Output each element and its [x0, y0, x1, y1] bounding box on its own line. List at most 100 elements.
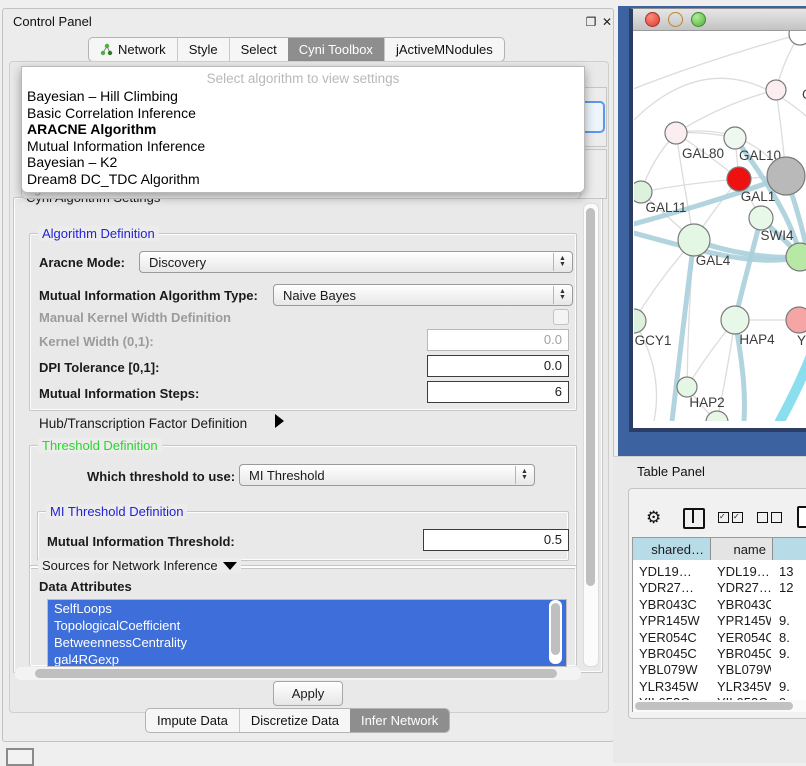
algorithm-option[interactable]: ARACNE Algorithm	[27, 121, 156, 137]
network-node[interactable]	[706, 411, 728, 421]
bottom-tab-infer-network[interactable]: Infer Network	[350, 709, 449, 732]
network-node-y[interactable]	[786, 307, 806, 333]
network-node-hap4[interactable]	[721, 306, 749, 334]
attributes-vscrollbar[interactable]	[549, 600, 562, 664]
mi-steps-field[interactable]: 6	[427, 381, 569, 403]
network-node-gal80[interactable]	[665, 122, 687, 144]
table-cell[interactable]: 12	[779, 580, 806, 595]
table-cell[interactable]: YBR045C	[639, 646, 709, 661]
table-cell[interactable]: YBR045C	[717, 646, 771, 661]
close-traffic-icon[interactable]	[645, 12, 660, 27]
tab-select[interactable]: Select	[229, 38, 288, 61]
deselect-all-icon[interactable]	[757, 512, 782, 523]
tab-cyni-toolbox[interactable]: Cyni Toolbox	[288, 38, 384, 61]
settings-hscrollbar[interactable]	[15, 667, 581, 680]
network-node[interactable]	[789, 31, 806, 45]
table-cell[interactable]: YDL19…	[639, 564, 709, 579]
data-attribute-item[interactable]: TopologicalCoefficient	[48, 617, 566, 634]
table-cell[interactable]: YER054C	[639, 630, 709, 645]
table-hscrollbar[interactable]	[633, 700, 806, 712]
data-attribute-item[interactable]: SelfLoops	[48, 600, 566, 617]
table-cell[interactable]: YLR345W	[639, 679, 709, 694]
network-node-gal1[interactable]	[727, 167, 751, 191]
settings-vscrollbar[interactable]	[583, 203, 599, 667]
network-node-gal4[interactable]	[678, 224, 710, 256]
network-node-label: GAL11	[645, 200, 686, 215]
table-cell[interactable]: YDR27…	[639, 580, 709, 595]
data-attribute-item[interactable]: BetweennessCentrality	[48, 634, 566, 651]
hub-definition-toggle[interactable]: Hub/Transcription Factor Definition	[39, 416, 247, 431]
table-cell[interactable]: YDR27…	[717, 580, 771, 595]
tab-jactivemnodules[interactable]: jActiveMNodules	[384, 38, 504, 61]
dpi-tolerance-field[interactable]: 0.0	[427, 355, 569, 377]
algorithm-option[interactable]: Basic Correlation Inference	[27, 105, 196, 121]
table-cell[interactable]: YBR043C	[717, 597, 771, 612]
bottom-tab-discretize-data[interactable]: Discretize Data	[239, 709, 350, 732]
network-node-gcy1[interactable]	[634, 309, 646, 333]
threshold-definition-title: Threshold Definition	[38, 438, 162, 453]
table-cell[interactable]: YER054C	[717, 630, 771, 645]
tab-label: Network	[118, 42, 166, 57]
zoom-traffic-icon[interactable]	[691, 12, 706, 27]
collapsed-arrow-icon[interactable]	[275, 414, 284, 428]
expanded-arrow-icon[interactable]	[223, 562, 237, 570]
network-node-swi4[interactable]	[749, 206, 773, 230]
network-edge	[676, 90, 776, 133]
algorithm-option[interactable]: Mutual Information Inference	[27, 138, 205, 154]
table-cell[interactable]: YDL19…	[717, 564, 771, 579]
network-node-hap2[interactable]	[677, 377, 697, 397]
network-edge	[641, 179, 739, 192]
minimize-traffic-icon[interactable]	[668, 12, 683, 27]
algorithm-option[interactable]: Bayesian – K2	[27, 154, 117, 170]
mi-type-select[interactable]: Naive Bayes ▲▼	[273, 284, 573, 306]
float-icon[interactable]: ❐	[584, 15, 598, 29]
tab-label: jActiveMNodules	[396, 42, 493, 57]
table-cell[interactable]: YPR145W	[717, 613, 771, 628]
network-node-gal[interactable]	[766, 80, 786, 100]
network-window-titlebar[interactable]	[633, 9, 806, 31]
algorithm-dropdown-popup: Select algorithm to view settings Bayesi…	[21, 66, 585, 193]
bottom-tabs: Impute DataDiscretize DataInfer Network	[145, 708, 450, 733]
file-icon[interactable]	[797, 506, 806, 528]
table-cell[interactable]: 9.	[779, 679, 806, 694]
apply-button[interactable]: Apply	[273, 681, 343, 706]
manual-kernel-checkbox[interactable]	[553, 309, 569, 325]
gear-icon[interactable]: ⚙	[646, 508, 661, 528]
mi-threshold-field[interactable]: 0.5	[423, 529, 569, 551]
table-column-header[interactable]	[773, 538, 806, 560]
table-cell[interactable]: YLR345W	[717, 679, 771, 694]
network-view-window: GALGAL80GAL10GAL1GAL11GAL4SWI4GCY1HAP4YH…	[629, 8, 806, 432]
network-node-gal10[interactable]	[724, 127, 746, 149]
kernel-width-field[interactable]: 0.0	[427, 329, 569, 351]
network-graph[interactable]: GALGAL80GAL10GAL1GAL11GAL4SWI4GCY1HAP4YH…	[634, 31, 806, 421]
table-cell[interactable]: YPR145W	[639, 613, 709, 628]
table-cell[interactable]: 9.	[779, 646, 806, 661]
bottom-tab-impute-data[interactable]: Impute Data	[146, 709, 239, 732]
tab-network[interactable]: Network	[89, 38, 177, 61]
table-column-header[interactable]: name	[711, 538, 773, 560]
network-node[interactable]	[767, 157, 805, 195]
select-all-icon[interactable]: ✓ ✓	[718, 512, 743, 523]
node-table[interactable]: shared…nameYDL19…YDL19…13YDR27…YDR27…12Y…	[632, 537, 806, 712]
network-node-label: GAL	[802, 87, 806, 102]
tab-style[interactable]: Style	[177, 38, 229, 61]
spinner-arrows-icon: ▲▼	[553, 286, 571, 304]
mi-steps-label: Mutual Information Steps:	[39, 386, 199, 401]
minimized-panel-icon[interactable]	[6, 748, 34, 766]
aracne-mode-select[interactable]: Discovery ▲▼	[139, 251, 573, 273]
algorithm-option[interactable]: Bayesian – Hill Climbing	[27, 88, 178, 104]
table-column-header[interactable]: shared…	[633, 538, 711, 560]
which-threshold-select[interactable]: MI Threshold ▲▼	[239, 464, 535, 486]
close-icon[interactable]: ✕	[600, 15, 614, 29]
data-attributes-list[interactable]: SelfLoopsTopologicalCoefficientBetweenne…	[47, 599, 567, 667]
table-cell[interactable]: YBL079W	[717, 662, 771, 677]
mi-type-value: Naive Bayes	[283, 288, 356, 303]
table-cell[interactable]: YBL079W	[639, 662, 709, 677]
table-cell[interactable]: 8.	[779, 630, 806, 645]
table-cell[interactable]: 9.	[779, 613, 806, 628]
table-cell[interactable]: 13	[779, 564, 806, 579]
table-cell[interactable]: YBR043C	[639, 597, 709, 612]
data-attribute-item[interactable]: gal4RGexp	[48, 651, 566, 667]
algorithm-option[interactable]: Dream8 DC_TDC Algorithm	[27, 171, 200, 187]
split-columns-icon[interactable]	[683, 508, 705, 529]
